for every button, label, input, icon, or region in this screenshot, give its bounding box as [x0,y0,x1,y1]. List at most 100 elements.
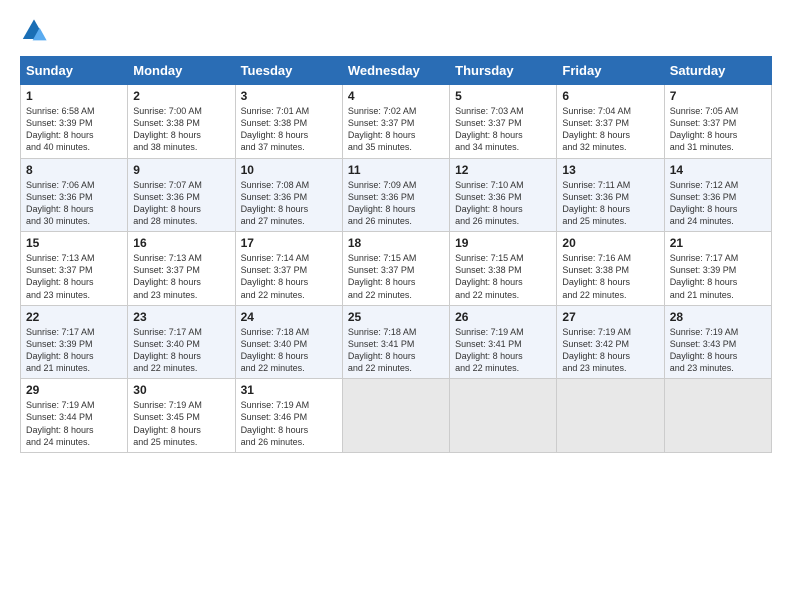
col-header-tuesday: Tuesday [235,57,342,85]
day-cell: 8 Sunrise: 7:06 AMSunset: 3:36 PMDaylight… [21,158,128,232]
day-cell: 19Sunrise: 7:15 AMSunset: 3:38 PMDayligh… [450,232,557,306]
day-detail: Sunrise: 7:11 AMSunset: 3:36 PMDaylight:… [562,179,658,228]
day-detail: Sunrise: 7:17 AMSunset: 3:40 PMDaylight:… [133,326,229,375]
day-detail: Sunrise: 7:02 AMSunset: 3:37 PMDaylight:… [348,105,444,154]
day-detail: Sunrise: 6:58 AMSunset: 3:39 PMDaylight:… [26,105,122,154]
day-cell: 15 Sunrise: 7:13 AMSunset: 3:37 PMDayligh… [21,232,128,306]
day-cell: 1 Sunrise: 6:58 AMSunset: 3:39 PMDaylight… [21,85,128,159]
day-detail: Sunrise: 7:17 AMSunset: 3:39 PMDaylight:… [26,326,122,375]
col-header-friday: Friday [557,57,664,85]
col-header-sunday: Sunday [21,57,128,85]
col-header-saturday: Saturday [664,57,771,85]
day-cell: 3 Sunrise: 7:01 AMSunset: 3:38 PMDaylight… [235,85,342,159]
day-detail: Sunrise: 7:04 AMSunset: 3:37 PMDaylight:… [562,105,658,154]
day-number: 10 [241,163,337,177]
day-detail: Sunrise: 7:19 AMSunset: 3:41 PMDaylight:… [455,326,551,375]
day-number: 22 [26,310,122,324]
day-cell: 7Sunrise: 7:05 AMSunset: 3:37 PMDaylight… [664,85,771,159]
day-detail: Sunrise: 7:06 AMSunset: 3:36 PMDaylight:… [26,179,122,228]
day-cell [664,379,771,453]
day-detail: Sunrise: 7:03 AMSunset: 3:37 PMDaylight:… [455,105,551,154]
day-detail: Sunrise: 7:08 AMSunset: 3:36 PMDaylight:… [241,179,337,228]
day-cell: 2Sunrise: 7:00 AMSunset: 3:38 PMDaylight… [128,85,235,159]
day-cell: 10 Sunrise: 7:08 AMSunset: 3:36 PMDayligh… [235,158,342,232]
day-number: 20 [562,236,658,250]
day-detail: Sunrise: 7:18 AMSunset: 3:41 PMDaylight:… [348,326,444,375]
day-number: 23 [133,310,229,324]
day-number: 11 [348,163,444,177]
day-number: 5 [455,89,551,103]
day-number: 30 [133,383,229,397]
col-header-thursday: Thursday [450,57,557,85]
day-number: 28 [670,310,766,324]
day-cell: 5 Sunrise: 7:03 AMSunset: 3:37 PMDaylight… [450,85,557,159]
day-number: 18 [348,236,444,250]
day-number: 13 [562,163,658,177]
week-row-2: 8 Sunrise: 7:06 AMSunset: 3:36 PMDaylight… [21,158,772,232]
day-cell: 13 Sunrise: 7:11 AMSunset: 3:36 PMDayligh… [557,158,664,232]
day-detail: Sunrise: 7:19 AMSunset: 3:45 PMDaylight:… [133,399,229,448]
day-cell: 18 Sunrise: 7:15 AMSunset: 3:37 PMDayligh… [342,232,449,306]
day-detail: Sunrise: 7:01 AMSunset: 3:38 PMDaylight:… [241,105,337,154]
day-cell [342,379,449,453]
day-detail: Sunrise: 7:17 AMSunset: 3:39 PMDaylight:… [670,252,766,301]
day-number: 16 [133,236,229,250]
day-number: 29 [26,383,122,397]
day-number: 3 [241,89,337,103]
day-cell: 4 Sunrise: 7:02 AMSunset: 3:37 PMDaylight… [342,85,449,159]
day-detail: Sunrise: 7:13 AMSunset: 3:37 PMDaylight:… [26,252,122,301]
day-cell: 27Sunrise: 7:19 AMSunset: 3:42 PMDayligh… [557,305,664,379]
day-detail: Sunrise: 7:05 AMSunset: 3:37 PMDaylight:… [670,105,766,154]
week-row-1: 1 Sunrise: 6:58 AMSunset: 3:39 PMDaylight… [21,85,772,159]
day-number: 17 [241,236,337,250]
day-cell: 24 Sunrise: 7:18 AMSunset: 3:40 PMDayligh… [235,305,342,379]
day-detail: Sunrise: 7:15 AMSunset: 3:38 PMDaylight:… [455,252,551,301]
day-detail: Sunrise: 7:18 AMSunset: 3:40 PMDaylight:… [241,326,337,375]
day-detail: Sunrise: 7:13 AMSunset: 3:37 PMDaylight:… [133,252,229,301]
col-header-monday: Monday [128,57,235,85]
day-cell: 12Sunrise: 7:10 AMSunset: 3:36 PMDayligh… [450,158,557,232]
day-cell [450,379,557,453]
day-cell: 17 Sunrise: 7:14 AMSunset: 3:37 PMDayligh… [235,232,342,306]
day-detail: Sunrise: 7:12 AMSunset: 3:36 PMDaylight:… [670,179,766,228]
day-number: 8 [26,163,122,177]
day-detail: Sunrise: 7:15 AMSunset: 3:37 PMDaylight:… [348,252,444,301]
day-cell: 30 Sunrise: 7:19 AMSunset: 3:45 PMDayligh… [128,379,235,453]
day-cell: 20Sunrise: 7:16 AMSunset: 3:38 PMDayligh… [557,232,664,306]
day-cell: 16 Sunrise: 7:13 AMSunset: 3:37 PMDayligh… [128,232,235,306]
logo [20,18,52,46]
day-detail: Sunrise: 7:19 AMSunset: 3:43 PMDaylight:… [670,326,766,375]
calendar-table: SundayMondayTuesdayWednesdayThursdayFrid… [20,56,772,453]
day-detail: Sunrise: 7:14 AMSunset: 3:37 PMDaylight:… [241,252,337,301]
logo-icon [20,18,48,46]
header [20,18,772,46]
day-cell: 28 Sunrise: 7:19 AMSunset: 3:43 PMDayligh… [664,305,771,379]
day-number: 4 [348,89,444,103]
day-cell: 25 Sunrise: 7:18 AMSunset: 3:41 PMDayligh… [342,305,449,379]
page: SundayMondayTuesdayWednesdayThursdayFrid… [0,0,792,463]
day-number: 24 [241,310,337,324]
day-cell [557,379,664,453]
day-number: 1 [26,89,122,103]
day-cell: 9 Sunrise: 7:07 AMSunset: 3:36 PMDaylight… [128,158,235,232]
day-number: 14 [670,163,766,177]
day-cell: 11 Sunrise: 7:09 AMSunset: 3:36 PMDayligh… [342,158,449,232]
day-number: 27 [562,310,658,324]
day-cell: 21Sunrise: 7:17 AMSunset: 3:39 PMDayligh… [664,232,771,306]
day-number: 25 [348,310,444,324]
day-detail: Sunrise: 7:09 AMSunset: 3:36 PMDaylight:… [348,179,444,228]
day-number: 26 [455,310,551,324]
day-number: 9 [133,163,229,177]
week-row-5: 29Sunrise: 7:19 AMSunset: 3:44 PMDayligh… [21,379,772,453]
day-cell: 23 Sunrise: 7:17 AMSunset: 3:40 PMDayligh… [128,305,235,379]
day-cell: 14 Sunrise: 7:12 AMSunset: 3:36 PMDayligh… [664,158,771,232]
day-number: 2 [133,89,229,103]
day-detail: Sunrise: 7:19 AMSunset: 3:46 PMDaylight:… [241,399,337,448]
week-row-3: 15 Sunrise: 7:13 AMSunset: 3:37 PMDayligh… [21,232,772,306]
day-number: 15 [26,236,122,250]
day-detail: Sunrise: 7:07 AMSunset: 3:36 PMDaylight:… [133,179,229,228]
day-cell: 22 Sunrise: 7:17 AMSunset: 3:39 PMDayligh… [21,305,128,379]
day-cell: 26 Sunrise: 7:19 AMSunset: 3:41 PMDayligh… [450,305,557,379]
day-cell: 29Sunrise: 7:19 AMSunset: 3:44 PMDayligh… [21,379,128,453]
day-number: 6 [562,89,658,103]
